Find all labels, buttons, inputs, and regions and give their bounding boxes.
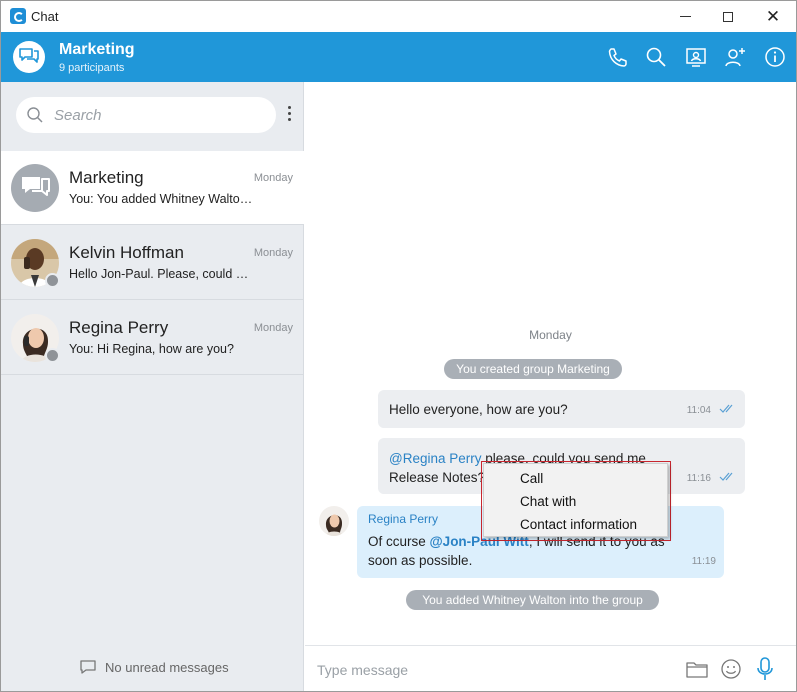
chat-window: Chat ✕ Marketing 9 participants Search M… (0, 0, 797, 692)
chat-header: Marketing 9 participants (1, 32, 796, 82)
conversation-item-kelvin-hoffman[interactable]: Kelvin Hoffman Monday Hello Jon-Paul. Pl… (1, 226, 304, 300)
search-icon (27, 107, 43, 123)
sender-name: Regina Perry (368, 512, 439, 526)
menu-item-call[interactable]: Call (520, 471, 543, 486)
group-name: Marketing (59, 41, 135, 58)
day-separator: Monday (529, 328, 572, 342)
folder-icon[interactable] (686, 660, 708, 678)
system-message-created: You created group Marketing (444, 359, 622, 379)
chat-bubble-icon (80, 660, 96, 674)
conversation-name: Kelvin Hoffman (69, 243, 184, 262)
message-text: Hello everyone, how are you? (389, 402, 568, 417)
minimize-icon (679, 16, 691, 17)
group-chat-icon (19, 48, 39, 63)
message-time: 11:04 (686, 405, 711, 416)
message-text-part: Of ccurse (368, 534, 430, 549)
emoji-icon[interactable] (720, 658, 742, 680)
conversation-name: Regina Perry (69, 318, 169, 337)
menu-item-chat-with[interactable]: Chat with (520, 494, 576, 509)
search-input[interactable] (54, 104, 264, 126)
more-options-icon[interactable] (284, 106, 294, 124)
contact-card-icon[interactable] (685, 46, 707, 68)
message-area: Monday You created group Marketing Hello… (305, 82, 796, 645)
conversation-preview: You: You added Whitney Walton into the g… (69, 192, 254, 206)
conversation-item-marketing[interactable]: Marketing Monday You: You added Whitney … (1, 151, 304, 225)
conversation-time: Monday (253, 322, 293, 334)
search-box[interactable] (16, 97, 276, 133)
context-menu: Call Chat with Contact information (481, 461, 671, 541)
conversation-sidebar: Marketing Monday You: You added Whitney … (1, 82, 304, 691)
message-time: 11:16 (686, 473, 711, 484)
title-bar: Chat ✕ (1, 1, 796, 32)
message-text-part: soon as possible. (368, 553, 473, 568)
maximize-icon (723, 11, 733, 22)
presence-status-icon (45, 348, 60, 363)
app-logo-icon (10, 8, 26, 24)
conversation-time: Monday (253, 172, 293, 184)
participants-count: 9 participants (59, 62, 125, 74)
add-user-icon[interactable] (724, 46, 746, 68)
group-avatar (11, 164, 59, 212)
conversation-time: Monday (253, 247, 293, 259)
maximize-button[interactable] (705, 1, 751, 32)
group-chat-icon (22, 177, 50, 196)
regina-avatar-icon (319, 506, 349, 536)
group-avatar[interactable] (13, 41, 45, 73)
system-message-added: You added Whitney Walton into the group (406, 590, 659, 610)
presence-status-icon (45, 273, 60, 288)
close-button[interactable]: ✕ (750, 1, 796, 32)
phone-icon[interactable] (606, 46, 628, 68)
search-icon[interactable] (645, 46, 667, 68)
mention-link[interactable]: @Regina Perry (389, 451, 482, 466)
microphone-icon[interactable] (756, 656, 774, 682)
menu-item-contact-information[interactable]: Contact information (520, 517, 637, 532)
conversation-preview: Hello Jon-Paul. Please, could you send m… (69, 267, 254, 281)
no-unread-status: No unread messages (79, 659, 229, 675)
read-receipt-icon (719, 472, 733, 481)
minimize-button[interactable] (662, 1, 708, 32)
close-icon: ✕ (765, 6, 781, 27)
window-title: Chat (31, 9, 59, 24)
message-time: 11:19 (691, 556, 716, 567)
conversation-name: Marketing (69, 168, 144, 187)
context-menu-panel: Call Chat with Contact information (483, 463, 668, 537)
conversation-preview: You: Hi Regina, how are you? (69, 342, 234, 356)
no-unread-label: No unread messages (105, 659, 229, 675)
sender-avatar[interactable] (319, 506, 349, 536)
message-bubble[interactable]: Hello everyone, how are you? 11:04 (378, 390, 745, 428)
message-composer (305, 645, 796, 691)
read-receipt-icon (719, 404, 733, 413)
conversation-item-regina-perry[interactable]: Regina Perry Monday You: Hi Regina, how … (1, 301, 304, 375)
message-input[interactable] (317, 660, 667, 680)
info-icon[interactable] (764, 46, 786, 68)
